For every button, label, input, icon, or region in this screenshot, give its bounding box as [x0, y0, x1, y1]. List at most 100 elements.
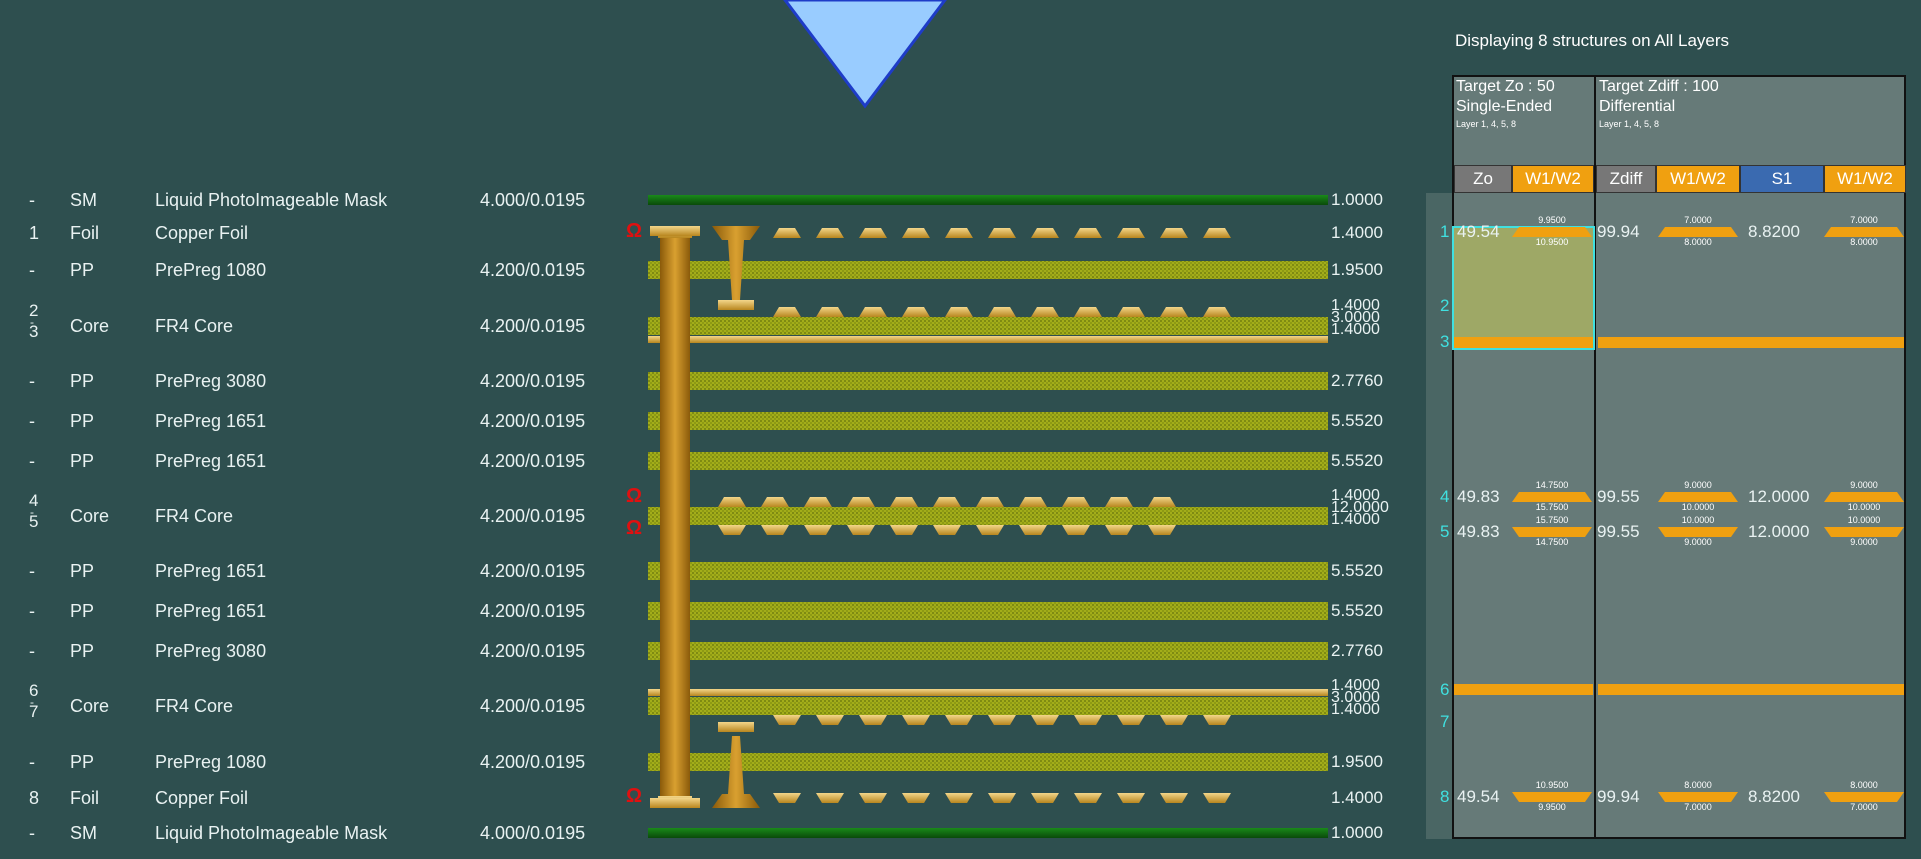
trace — [718, 497, 746, 507]
thickness-label: 1.0000 — [1331, 823, 1383, 842]
trace — [988, 307, 1016, 317]
trace — [847, 497, 875, 507]
trace — [761, 525, 789, 535]
trace — [945, 307, 973, 317]
trace — [1062, 525, 1090, 535]
trace — [1031, 307, 1059, 317]
stack-layer-14[interactable] — [648, 828, 1328, 838]
stack-layer-11[interactable] — [648, 697, 1328, 715]
trace — [718, 525, 746, 535]
omega-icon[interactable]: Ω — [626, 518, 642, 538]
thickness-label: 1.9500 — [1331, 752, 1383, 771]
trace — [804, 497, 832, 507]
trace — [816, 793, 844, 803]
stack-layer-6[interactable] — [648, 452, 1328, 470]
trace — [1031, 793, 1059, 803]
trace — [847, 525, 875, 535]
width-top-label: 15.7500 — [1535, 515, 1569, 525]
trace — [816, 307, 844, 317]
trace — [773, 793, 801, 803]
stack-layer-0[interactable] — [648, 195, 1328, 205]
width-top-label: 9.0000 — [1684, 480, 1712, 490]
trace-cross-section — [1658, 227, 1738, 237]
stackup-view: Displaying 8 structures on All Layers Ta… — [0, 0, 1921, 859]
stack-layer-2[interactable] — [648, 261, 1328, 279]
width-top-label: 10.0000 — [1681, 515, 1715, 525]
layer-marker: 3 — [1440, 332, 1450, 351]
trace — [1148, 497, 1176, 507]
trace — [945, 228, 973, 238]
trace — [1160, 228, 1188, 238]
zdiff-value: 99.55 — [1597, 487, 1640, 506]
width-bottom-label: 10.0000 — [1847, 502, 1881, 512]
stackup-drawing — [648, 195, 1904, 838]
layer-marker: 5 — [1440, 522, 1450, 541]
stack-layer-10[interactable] — [648, 642, 1328, 660]
trace — [1074, 715, 1102, 725]
width-top-label: 7.0000 — [1684, 215, 1712, 225]
trace — [902, 307, 930, 317]
omega-icon[interactable]: Ω — [626, 486, 642, 506]
copper-plane — [648, 336, 1328, 343]
width-top-label: 9.9500 — [1538, 215, 1566, 225]
trace — [1117, 793, 1145, 803]
trace — [902, 228, 930, 238]
trace — [1117, 228, 1145, 238]
blind-via-bottom — [712, 736, 760, 808]
stack-layer-5[interactable] — [648, 412, 1328, 430]
width-top-label: 10.9500 — [1535, 780, 1569, 790]
thickness-label: 2.7760 — [1331, 641, 1383, 660]
trace-cross-section — [1824, 527, 1904, 537]
trace — [1074, 793, 1102, 803]
trace-cross-section — [1512, 527, 1592, 537]
omega-icon[interactable]: Ω — [626, 786, 642, 806]
trace — [933, 525, 961, 535]
trace — [859, 228, 887, 238]
trace — [988, 228, 1016, 238]
s1-value: 8.8200 — [1748, 222, 1800, 241]
stack-layer-3[interactable] — [648, 317, 1328, 335]
stack-layer-7[interactable] — [648, 507, 1328, 525]
zo-value: 49.54 — [1457, 222, 1500, 241]
trace — [1117, 307, 1145, 317]
thickness-label-bottom: 1.4000 — [1331, 321, 1380, 338]
trace — [1160, 307, 1188, 317]
stack-layer-8[interactable] — [648, 562, 1328, 580]
trace-cross-section — [1658, 792, 1738, 802]
trace — [1031, 715, 1059, 725]
trace — [859, 793, 887, 803]
thickness-label: 2.7760 — [1331, 371, 1383, 390]
width-bottom-label: 7.0000 — [1850, 802, 1878, 812]
width-top-label: 9.0000 — [1850, 480, 1878, 490]
trace-cross-section — [1658, 492, 1738, 502]
trace — [859, 307, 887, 317]
trace — [902, 715, 930, 725]
thickness-label: 5.5520 — [1331, 411, 1383, 430]
trace — [773, 228, 801, 238]
width-top-label: 7.0000 — [1850, 215, 1878, 225]
width-bottom-label: 9.9500 — [1538, 802, 1566, 812]
omega-icon[interactable]: Ω — [626, 221, 642, 241]
thickness-label: 5.5520 — [1331, 451, 1383, 470]
trace — [1074, 228, 1102, 238]
trace — [890, 497, 918, 507]
trace-cross-section — [1512, 227, 1592, 237]
trace — [1105, 497, 1133, 507]
trace — [976, 525, 1004, 535]
trace — [976, 497, 1004, 507]
trace-cross-section — [1824, 492, 1904, 502]
s1-value: 12.0000 — [1748, 522, 1810, 541]
layer-marker: 4 — [1440, 487, 1450, 506]
zdiff-value: 99.94 — [1597, 222, 1640, 241]
stack-layer-12[interactable] — [648, 753, 1328, 771]
thickness-label: 1.4000 — [1331, 788, 1383, 807]
width-bottom-label: 8.0000 — [1684, 237, 1712, 247]
s1-value: 12.0000 — [1748, 487, 1810, 506]
trace — [1203, 228, 1231, 238]
stack-layer-9[interactable] — [648, 602, 1328, 620]
trace-cross-section — [1824, 792, 1904, 802]
trace — [1019, 497, 1047, 507]
trace — [945, 715, 973, 725]
stack-layer-4[interactable] — [648, 372, 1328, 390]
trace — [773, 307, 801, 317]
